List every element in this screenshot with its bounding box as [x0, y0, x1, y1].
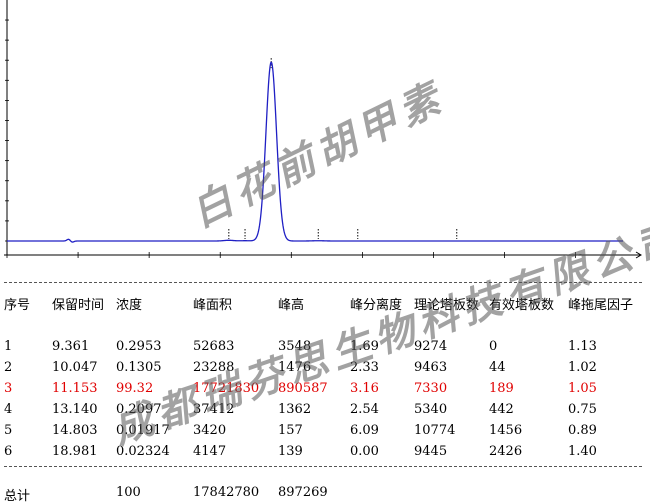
- row-concentration: 0.2953: [116, 339, 162, 354]
- row-index: 3: [4, 381, 13, 396]
- row-height: 139: [278, 444, 303, 459]
- row-retention-time: 13.140: [52, 402, 98, 417]
- row-concentration: 0.2097: [116, 402, 162, 417]
- table-row: 3 11.153 99.32 17721830 890587 3.16 7330 189 1.0…: [0, 381, 650, 399]
- total-concentration: 100: [116, 485, 141, 500]
- table-bottom-rule: [4, 466, 642, 467]
- chromatogram-chart: [4, 0, 642, 259]
- row-effective-plates: 1456: [489, 423, 523, 438]
- row-area: 52683: [193, 339, 235, 354]
- row-tailing-factor: 1.13: [568, 339, 597, 354]
- row-effective-plates: 44: [489, 360, 506, 375]
- row-retention-time: 10.047: [52, 360, 98, 375]
- row-area: 4147: [193, 444, 227, 459]
- table-row: 5 14.803 0.01917 3420 157 6.09 10774 1456 0.89: [0, 423, 650, 441]
- total-label: 总计: [4, 489, 31, 504]
- row-area: 37412: [193, 402, 235, 417]
- row-theoretical-plates: 10774: [414, 423, 456, 438]
- row-area: 17721830: [193, 381, 260, 396]
- header-retention-time: 保留时间: [52, 298, 105, 313]
- row-area: 3420: [193, 423, 227, 438]
- header-effective-plates: 有效塔板数: [489, 298, 555, 313]
- row-resolution: 3.16: [350, 381, 379, 396]
- header-theoretical-plates: 理论塔板数: [414, 298, 480, 313]
- row-concentration: 0.01917: [116, 423, 170, 438]
- header-peak-height: 峰高: [278, 298, 305, 313]
- row-height: 1362: [278, 402, 312, 417]
- table-top-rule: [4, 282, 642, 283]
- chromatogram-trace: [7, 61, 623, 243]
- row-tailing-factor: 0.75: [568, 402, 597, 417]
- table-row: 2 10.047 0.1305 23288 1476 2.33 9463 44 1.02: [0, 360, 650, 378]
- row-theoretical-plates: 9274: [414, 339, 448, 354]
- row-concentration: 0.02324: [116, 444, 170, 459]
- table-row: 6 18.981 0.02324 4147 139 0.00 9445 2426 1.40: [0, 444, 650, 462]
- chart-axes: [4, 0, 642, 259]
- row-height: 3548: [278, 339, 312, 354]
- row-theoretical-plates: 9463: [414, 360, 448, 375]
- row-retention-time: 9.361: [52, 339, 90, 354]
- row-height: 157: [278, 423, 303, 438]
- header-index: 序号: [4, 298, 31, 313]
- table-header: 序号 保留时间 浓度 峰面积 峰高 峰分离度 理论塔板数 有效塔板数 峰拖尾因子: [0, 294, 650, 313]
- row-effective-plates: 0: [489, 339, 498, 354]
- row-index: 6: [4, 444, 13, 459]
- row-concentration: 99.32: [116, 381, 154, 396]
- row-index: 2: [4, 360, 13, 375]
- row-height: 890587: [278, 381, 328, 396]
- row-effective-plates: 189: [489, 381, 514, 396]
- row-retention-time: 18.981: [52, 444, 98, 459]
- row-retention-time: 11.153: [52, 381, 98, 396]
- header-tailing-factor: 峰拖尾因子: [568, 298, 634, 313]
- row-theoretical-plates: 5340: [414, 402, 448, 417]
- table-row: 1 9.361 0.2953 52683 3548 1.69 9274 0 1.13: [0, 339, 650, 357]
- row-resolution: 6.09: [350, 423, 379, 438]
- row-index: 5: [4, 423, 13, 438]
- peak-table: 序号 保留时间 浓度 峰面积 峰高 峰分离度 理论塔板数 有效塔板数 峰拖尾因子…: [0, 280, 650, 504]
- row-height: 1476: [278, 360, 312, 375]
- row-effective-plates: 442: [489, 402, 514, 417]
- row-theoretical-plates: 7330: [414, 381, 448, 396]
- peak-markers: [228, 58, 458, 239]
- row-resolution: 2.33: [350, 360, 379, 375]
- row-theoretical-plates: 9445: [414, 444, 448, 459]
- header-peak-area: 峰面积: [193, 298, 233, 313]
- row-index: 4: [4, 402, 13, 417]
- total-area: 17842780: [193, 485, 260, 500]
- table-row: 4 13.140 0.2097 37412 1362 2.54 5340 442 0.75: [0, 402, 650, 420]
- row-tailing-factor: 1.05: [568, 381, 597, 396]
- row-effective-plates: 2426: [489, 444, 523, 459]
- row-resolution: 1.69: [350, 339, 379, 354]
- header-resolution: 峰分离度: [350, 298, 403, 313]
- total-height: 897269: [278, 485, 328, 500]
- row-area: 23288: [193, 360, 235, 375]
- row-resolution: 2.54: [350, 402, 379, 417]
- table-total-row: 总计 100 17842780 897269: [0, 485, 650, 504]
- row-tailing-factor: 1.40: [568, 444, 597, 459]
- row-retention-time: 14.803: [52, 423, 98, 438]
- row-resolution: 0.00: [350, 444, 379, 459]
- row-tailing-factor: 0.89: [568, 423, 597, 438]
- header-concentration: 浓度: [116, 298, 143, 313]
- row-concentration: 0.1305: [116, 360, 162, 375]
- row-index: 1: [4, 339, 13, 354]
- row-tailing-factor: 1.02: [568, 360, 597, 375]
